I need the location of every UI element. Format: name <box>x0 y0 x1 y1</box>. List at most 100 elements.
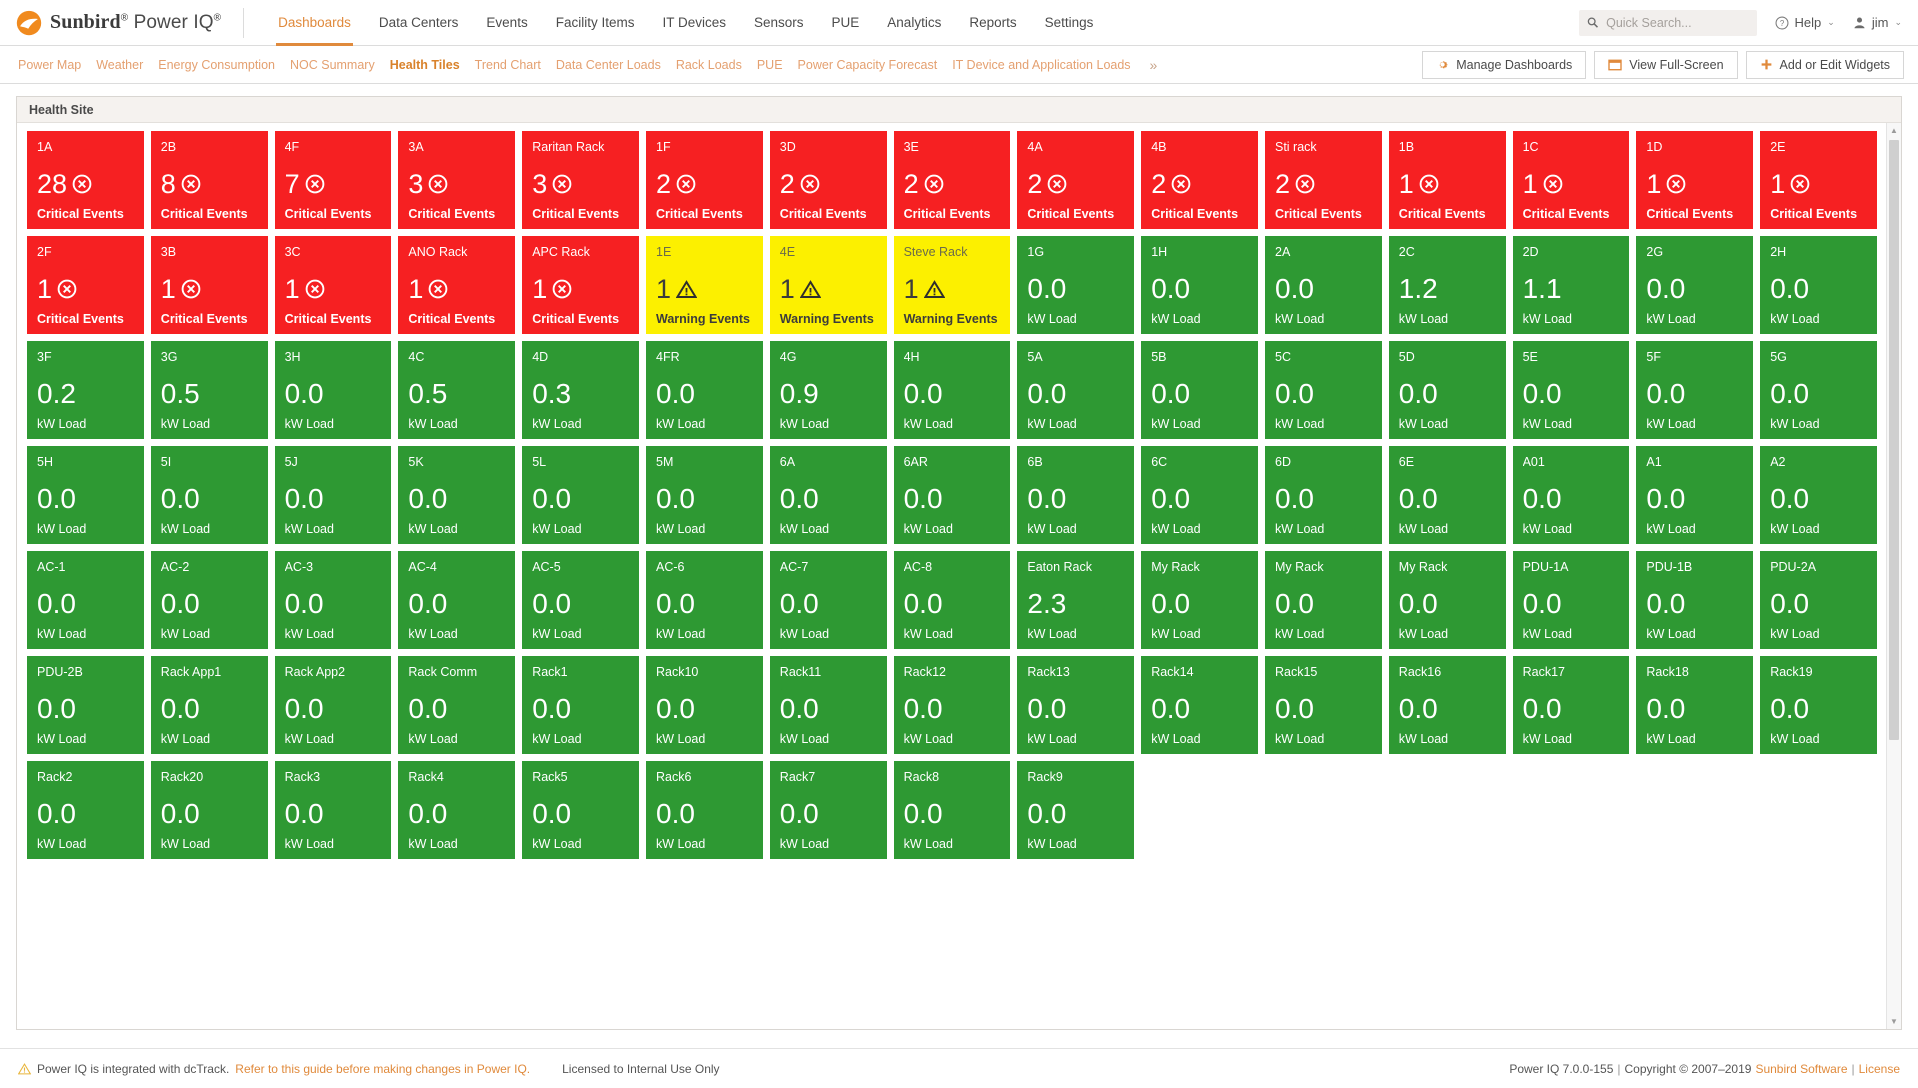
nav-item-pue[interactable]: PUE <box>818 0 874 46</box>
health-tile[interactable]: 2F1Critical Events <box>27 236 144 334</box>
health-tile[interactable]: 4F7Critical Events <box>275 131 392 229</box>
help-menu[interactable]: ? Help ⌄ <box>1775 15 1835 30</box>
dashboard-tab-power-capacity-forecast[interactable]: Power Capacity Forecast <box>798 58 938 72</box>
scroll-down-arrow-icon[interactable]: ▼ <box>1887 1014 1901 1029</box>
health-tile[interactable]: A10.0kW Load <box>1636 446 1753 544</box>
health-tile[interactable]: Rack30.0kW Load <box>275 761 392 859</box>
nav-item-reports[interactable]: Reports <box>955 0 1030 46</box>
health-tile[interactable]: Rack130.0kW Load <box>1017 656 1134 754</box>
footer-license-link[interactable]: License <box>1859 1062 1900 1076</box>
health-tile[interactable]: 4FR0.0kW Load <box>646 341 763 439</box>
health-tile[interactable]: 2E1Critical Events <box>1760 131 1877 229</box>
health-tile[interactable]: Rack120.0kW Load <box>894 656 1011 754</box>
health-tile[interactable]: 2D1.1kW Load <box>1513 236 1630 334</box>
health-tile[interactable]: 4B2Critical Events <box>1141 131 1258 229</box>
health-tile[interactable]: 1B1Critical Events <box>1389 131 1506 229</box>
health-tile[interactable]: Rack80.0kW Load <box>894 761 1011 859</box>
health-tile[interactable]: AC-50.0kW Load <box>522 551 639 649</box>
health-tile[interactable]: AC-70.0kW Load <box>770 551 887 649</box>
dashboard-tab-it-device-and-application-loads[interactable]: IT Device and Application Loads <box>952 58 1130 72</box>
quick-search-box[interactable] <box>1579 10 1757 36</box>
health-tile[interactable]: 1H0.0kW Load <box>1141 236 1258 334</box>
health-tile[interactable]: 2G0.0kW Load <box>1636 236 1753 334</box>
health-tile[interactable]: 3H0.0kW Load <box>275 341 392 439</box>
dashboard-tab-noc-summary[interactable]: NOC Summary <box>290 58 375 72</box>
health-tile[interactable]: ANO Rack1Critical Events <box>398 236 515 334</box>
health-tile[interactable]: APC Rack1Critical Events <box>522 236 639 334</box>
health-tile[interactable]: PDU-2A0.0kW Load <box>1760 551 1877 649</box>
health-tile[interactable]: 4H0.0kW Load <box>894 341 1011 439</box>
health-tile[interactable]: AC-80.0kW Load <box>894 551 1011 649</box>
health-tile[interactable]: 6E0.0kW Load <box>1389 446 1506 544</box>
health-tile[interactable]: 6D0.0kW Load <box>1265 446 1382 544</box>
health-tile[interactable]: 2C1.2kW Load <box>1389 236 1506 334</box>
health-tile[interactable]: Rack Comm0.0kW Load <box>398 656 515 754</box>
footer-company-link[interactable]: Sunbird Software <box>1755 1062 1847 1076</box>
dashboard-tab-pue[interactable]: PUE <box>757 58 783 72</box>
scrollbar-thumb[interactable] <box>1889 140 1899 740</box>
health-tile[interactable]: 6B0.0kW Load <box>1017 446 1134 544</box>
nav-item-settings[interactable]: Settings <box>1031 0 1108 46</box>
dashboard-tab-energy-consumption[interactable]: Energy Consumption <box>158 58 275 72</box>
nav-item-analytics[interactable]: Analytics <box>873 0 955 46</box>
health-tile[interactable]: Rack150.0kW Load <box>1265 656 1382 754</box>
health-tile[interactable]: Steve Rack1Warning Events <box>894 236 1011 334</box>
health-tile[interactable]: My Rack0.0kW Load <box>1141 551 1258 649</box>
health-tile[interactable]: 5A0.0kW Load <box>1017 341 1134 439</box>
health-tile[interactable]: AC-20.0kW Load <box>151 551 268 649</box>
health-tile[interactable]: 1C1Critical Events <box>1513 131 1630 229</box>
health-tile[interactable]: 5J0.0kW Load <box>275 446 392 544</box>
health-tile[interactable]: 5G0.0kW Load <box>1760 341 1877 439</box>
health-tile[interactable]: 3D2Critical Events <box>770 131 887 229</box>
dashboard-tab-power-map[interactable]: Power Map <box>18 58 81 72</box>
health-tile[interactable]: 6C0.0kW Load <box>1141 446 1258 544</box>
health-tile[interactable]: 2A0.0kW Load <box>1265 236 1382 334</box>
health-tile[interactable]: 4C0.5kW Load <box>398 341 515 439</box>
search-input[interactable] <box>1604 15 1748 31</box>
health-tile[interactable]: 3B1Critical Events <box>151 236 268 334</box>
brand-logo-area[interactable]: Sunbird® Power IQ® <box>0 0 243 45</box>
health-tile[interactable]: Rack170.0kW Load <box>1513 656 1630 754</box>
health-tile[interactable]: Rack200.0kW Load <box>151 761 268 859</box>
health-tile[interactable]: 4D0.3kW Load <box>522 341 639 439</box>
health-tile[interactable]: Rack90.0kW Load <box>1017 761 1134 859</box>
health-tile[interactable]: 5H0.0kW Load <box>27 446 144 544</box>
health-tile[interactable]: Raritan Rack3Critical Events <box>522 131 639 229</box>
widget-vertical-scrollbar[interactable]: ▲ ▼ <box>1886 123 1901 1029</box>
health-tile[interactable]: 3G0.5kW Load <box>151 341 268 439</box>
health-tile[interactable]: My Rack0.0kW Load <box>1389 551 1506 649</box>
health-tile[interactable]: Rack70.0kW Load <box>770 761 887 859</box>
health-tile[interactable]: Rack10.0kW Load <box>522 656 639 754</box>
health-tile[interactable]: Rack160.0kW Load <box>1389 656 1506 754</box>
health-tile[interactable]: Rack50.0kW Load <box>522 761 639 859</box>
health-tile[interactable]: Rack190.0kW Load <box>1760 656 1877 754</box>
health-tile[interactable]: 4G0.9kW Load <box>770 341 887 439</box>
health-tile[interactable]: 5B0.0kW Load <box>1141 341 1258 439</box>
nav-item-data-centers[interactable]: Data Centers <box>365 0 473 46</box>
health-tile[interactable]: A20.0kW Load <box>1760 446 1877 544</box>
health-tile[interactable]: 1D1Critical Events <box>1636 131 1753 229</box>
health-tile[interactable]: 3A3Critical Events <box>398 131 515 229</box>
health-tile[interactable]: Rack App20.0kW Load <box>275 656 392 754</box>
health-tile[interactable]: AC-60.0kW Load <box>646 551 763 649</box>
health-tile[interactable]: PDU-1B0.0kW Load <box>1636 551 1753 649</box>
manage-dashboards-button[interactable]: Manage Dashboards <box>1422 51 1586 79</box>
health-tile[interactable]: 1E1Warning Events <box>646 236 763 334</box>
nav-item-it-devices[interactable]: IT Devices <box>648 0 740 46</box>
user-menu[interactable]: jim ⌄ <box>1853 15 1902 30</box>
footer-guide-link[interactable]: Refer to this guide before making change… <box>235 1062 530 1076</box>
dashboard-tab-health-tiles[interactable]: Health Tiles <box>390 58 460 72</box>
health-tile[interactable]: 3C1Critical Events <box>275 236 392 334</box>
view-full-screen-button[interactable]: View Full-Screen <box>1594 51 1737 79</box>
health-tile[interactable]: 1G0.0kW Load <box>1017 236 1134 334</box>
health-tile[interactable]: 5M0.0kW Load <box>646 446 763 544</box>
health-tile[interactable]: 2H0.0kW Load <box>1760 236 1877 334</box>
add-or-edit-widgets-button[interactable]: Add or Edit Widgets <box>1746 51 1904 79</box>
health-tile[interactable]: 5E0.0kW Load <box>1513 341 1630 439</box>
dashboard-tabs-more-icon[interactable]: » <box>1146 57 1158 73</box>
nav-item-events[interactable]: Events <box>472 0 541 46</box>
health-tile[interactable]: 5D0.0kW Load <box>1389 341 1506 439</box>
health-tile[interactable]: 5K0.0kW Load <box>398 446 515 544</box>
nav-item-sensors[interactable]: Sensors <box>740 0 818 46</box>
dashboard-tab-data-center-loads[interactable]: Data Center Loads <box>556 58 661 72</box>
